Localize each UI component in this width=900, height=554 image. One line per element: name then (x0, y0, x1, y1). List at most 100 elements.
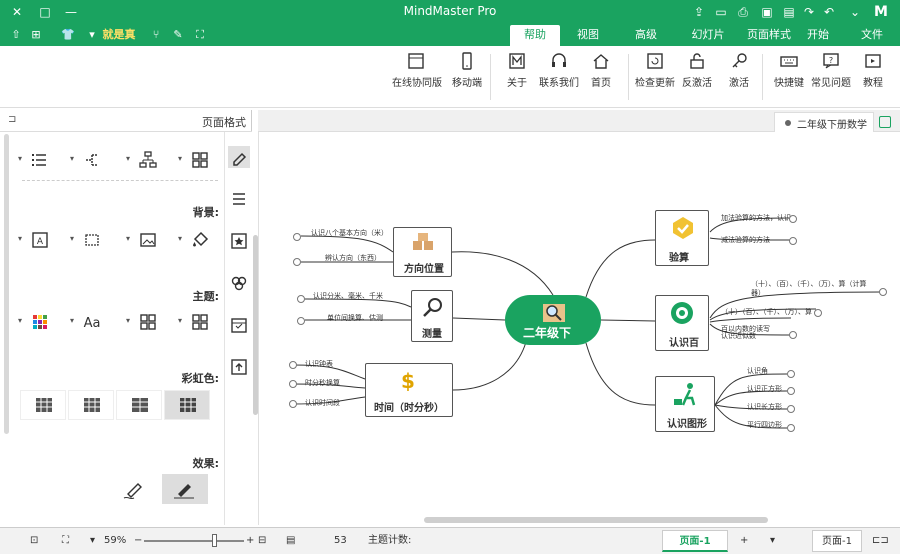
rainbow-option-3[interactable] (116, 390, 162, 420)
subtopic[interactable]: 认识分米、毫米、千米 (313, 292, 383, 301)
collapse-icon[interactable] (787, 387, 795, 395)
ribbon-check-update[interactable]: 检查更新 (635, 50, 675, 102)
subtopic[interactable]: 辨认方向（东西） (325, 254, 381, 263)
subtopic[interactable]: （十）（百）、（千）、（万）、算 (721, 308, 812, 317)
subtopic[interactable]: 认识时间段 (305, 399, 340, 408)
ribbon-online[interactable]: 在线协同版 (392, 50, 442, 102)
bg-text-option[interactable]: ▾ A (18, 228, 62, 252)
ribbon-shortcuts[interactable]: 快捷键 (772, 50, 806, 102)
doc-tab[interactable]: 二年级下册数学 (774, 112, 891, 132)
subtopic[interactable]: 认识正方形 (747, 385, 782, 394)
rainbow-option-1[interactable] (20, 390, 66, 420)
topic-time[interactable]: $ 时间（时分秒） (365, 363, 453, 417)
maximize-icon[interactable]: □ (36, 3, 54, 21)
list-layout[interactable]: ▾ (18, 148, 62, 172)
subtopic[interactable]: 减法验算的方法 (721, 236, 770, 245)
redo-icon[interactable]: ↷ (800, 3, 818, 21)
subtopic[interactable]: 认识钟表 (305, 360, 333, 369)
topic-know-number[interactable]: 认识百 (655, 295, 709, 351)
bg-image-option[interactable]: ▾ (126, 228, 170, 252)
theme-style-option[interactable]: ▾ (178, 310, 222, 334)
panel-scrollbar[interactable] (4, 134, 9, 434)
collapse-icon[interactable] (787, 405, 795, 413)
collapse-icon[interactable] (814, 309, 822, 317)
collapse-icon[interactable] (789, 215, 797, 223)
open-icon[interactable]: ▭ (712, 3, 730, 21)
ribbon-homepage[interactable]: 首页 (584, 50, 618, 102)
subtopic[interactable]: 时分秒换算 (305, 379, 340, 388)
effect-hand-drawn[interactable] (112, 474, 158, 504)
connector-layout[interactable]: ▾ (70, 148, 114, 172)
ribbon-tutorial[interactable]: 教程 (856, 50, 890, 102)
subtopic[interactable]: 认识近似数 (721, 332, 756, 341)
zoom-dropdown-icon[interactable]: ▾ (90, 533, 100, 549)
fit-icon[interactable]: ⛶ (192, 26, 208, 44)
mark-tool[interactable] (228, 230, 250, 252)
pen-icon[interactable]: ✎ (170, 26, 186, 44)
subtopic[interactable]: 加法验算的方法，认识 (721, 214, 791, 223)
bg-fill-option[interactable]: ▾ (178, 228, 222, 252)
collapse-icon[interactable] (289, 380, 297, 388)
share-icon[interactable]: ⇧ (8, 26, 24, 44)
undo-icon[interactable]: ↶ (820, 3, 838, 21)
dropdown-icon[interactable]: ▾ (86, 26, 98, 44)
grid-icon[interactable]: ⊞ (28, 26, 44, 44)
collapse-icon[interactable] (789, 237, 797, 245)
canvas-horizontal-scrollbar[interactable] (424, 517, 768, 523)
presentation-icon[interactable]: ▤ (286, 533, 300, 549)
subtopic[interactable]: 平行四边形 (747, 421, 782, 430)
collapse-icon[interactable] (787, 424, 795, 432)
theme-layout-option[interactable]: ▾ (126, 310, 170, 334)
collapse-icon[interactable] (289, 400, 297, 408)
mindmap-canvas[interactable]: 二年级下 方向位置 测量 $ 时间（时分秒） 验算 认识百 认识图形 认识八个基… (258, 132, 898, 525)
fullscreen-icon[interactable]: ⊡ (30, 533, 46, 549)
ribbon-contact[interactable]: 联系我们 (539, 50, 579, 102)
bg-watermark-option[interactable]: ▾ (70, 228, 114, 252)
tab-slides[interactable]: 幻灯片 (686, 25, 730, 46)
theme-color-option[interactable]: ▾ (18, 310, 62, 334)
task-tool[interactable] (228, 314, 250, 336)
ribbon-about[interactable]: 关于 (500, 50, 534, 102)
collapse-icon[interactable] (293, 233, 301, 241)
zoom-slider[interactable] (144, 540, 244, 542)
zoom-slider-thumb[interactable] (212, 534, 217, 547)
shirt-icon[interactable]: 👕 (58, 26, 78, 44)
pin-icon[interactable]: ⊐ (8, 114, 16, 125)
close-icon[interactable]: ✕ (8, 3, 26, 21)
zoom-in-icon[interactable]: + (246, 533, 254, 549)
ribbon-faq[interactable]: ? 常见问题 (811, 50, 851, 102)
save-icon[interactable]: ▣ (758, 3, 776, 21)
add-page-icon[interactable]: + (740, 533, 748, 549)
collapse-icon[interactable] (289, 361, 297, 369)
subtopic[interactable]: 认识角 (747, 367, 768, 376)
topic-calc[interactable]: 验算 (655, 210, 709, 266)
zoom-out-icon[interactable]: − (134, 533, 142, 549)
export-tool[interactable] (228, 356, 250, 378)
tab-view[interactable]: 视图 (568, 25, 608, 46)
fit-width-icon[interactable]: ⊟ (258, 533, 272, 549)
tree-layout[interactable]: ▾ (126, 148, 170, 172)
theme-font-option[interactable]: ▾ Aa (70, 310, 114, 334)
more-icon[interactable]: ⌄ (846, 3, 864, 21)
ribbon-mobile[interactable]: 移动端 (450, 50, 484, 102)
topic-direction[interactable]: 方向位置 (393, 227, 452, 277)
collapse-icon[interactable] (787, 370, 795, 378)
tab-home[interactable]: 开始 (798, 25, 838, 46)
ribbon-deactivate[interactable]: 反激活 (680, 50, 714, 102)
export-icon[interactable]: ⇪ (690, 3, 708, 21)
subtopic[interactable]: 认识八个基本方向（米） (311, 229, 388, 238)
minimize-icon[interactable]: — (62, 3, 80, 21)
tab-page-style[interactable]: 页面样式 (744, 25, 794, 46)
rainbow-option-4[interactable] (164, 390, 210, 420)
zoom-level[interactable]: 59% (104, 533, 126, 549)
tab-help[interactable]: 帮助 (510, 25, 560, 46)
collapse-icon[interactable] (297, 295, 305, 303)
print-icon[interactable]: ⎙ (734, 3, 752, 21)
tab-file[interactable]: 文件 (852, 25, 892, 46)
grid-layout[interactable]: ▾ (178, 148, 222, 172)
central-topic[interactable]: 二年级下 (505, 295, 601, 345)
collapse-icon[interactable] (293, 258, 301, 266)
tab-advanced[interactable]: 高级 (626, 25, 666, 46)
page-list-icon[interactable]: ⊏⊐ (872, 533, 889, 549)
rainbow-option-2[interactable] (68, 390, 114, 420)
